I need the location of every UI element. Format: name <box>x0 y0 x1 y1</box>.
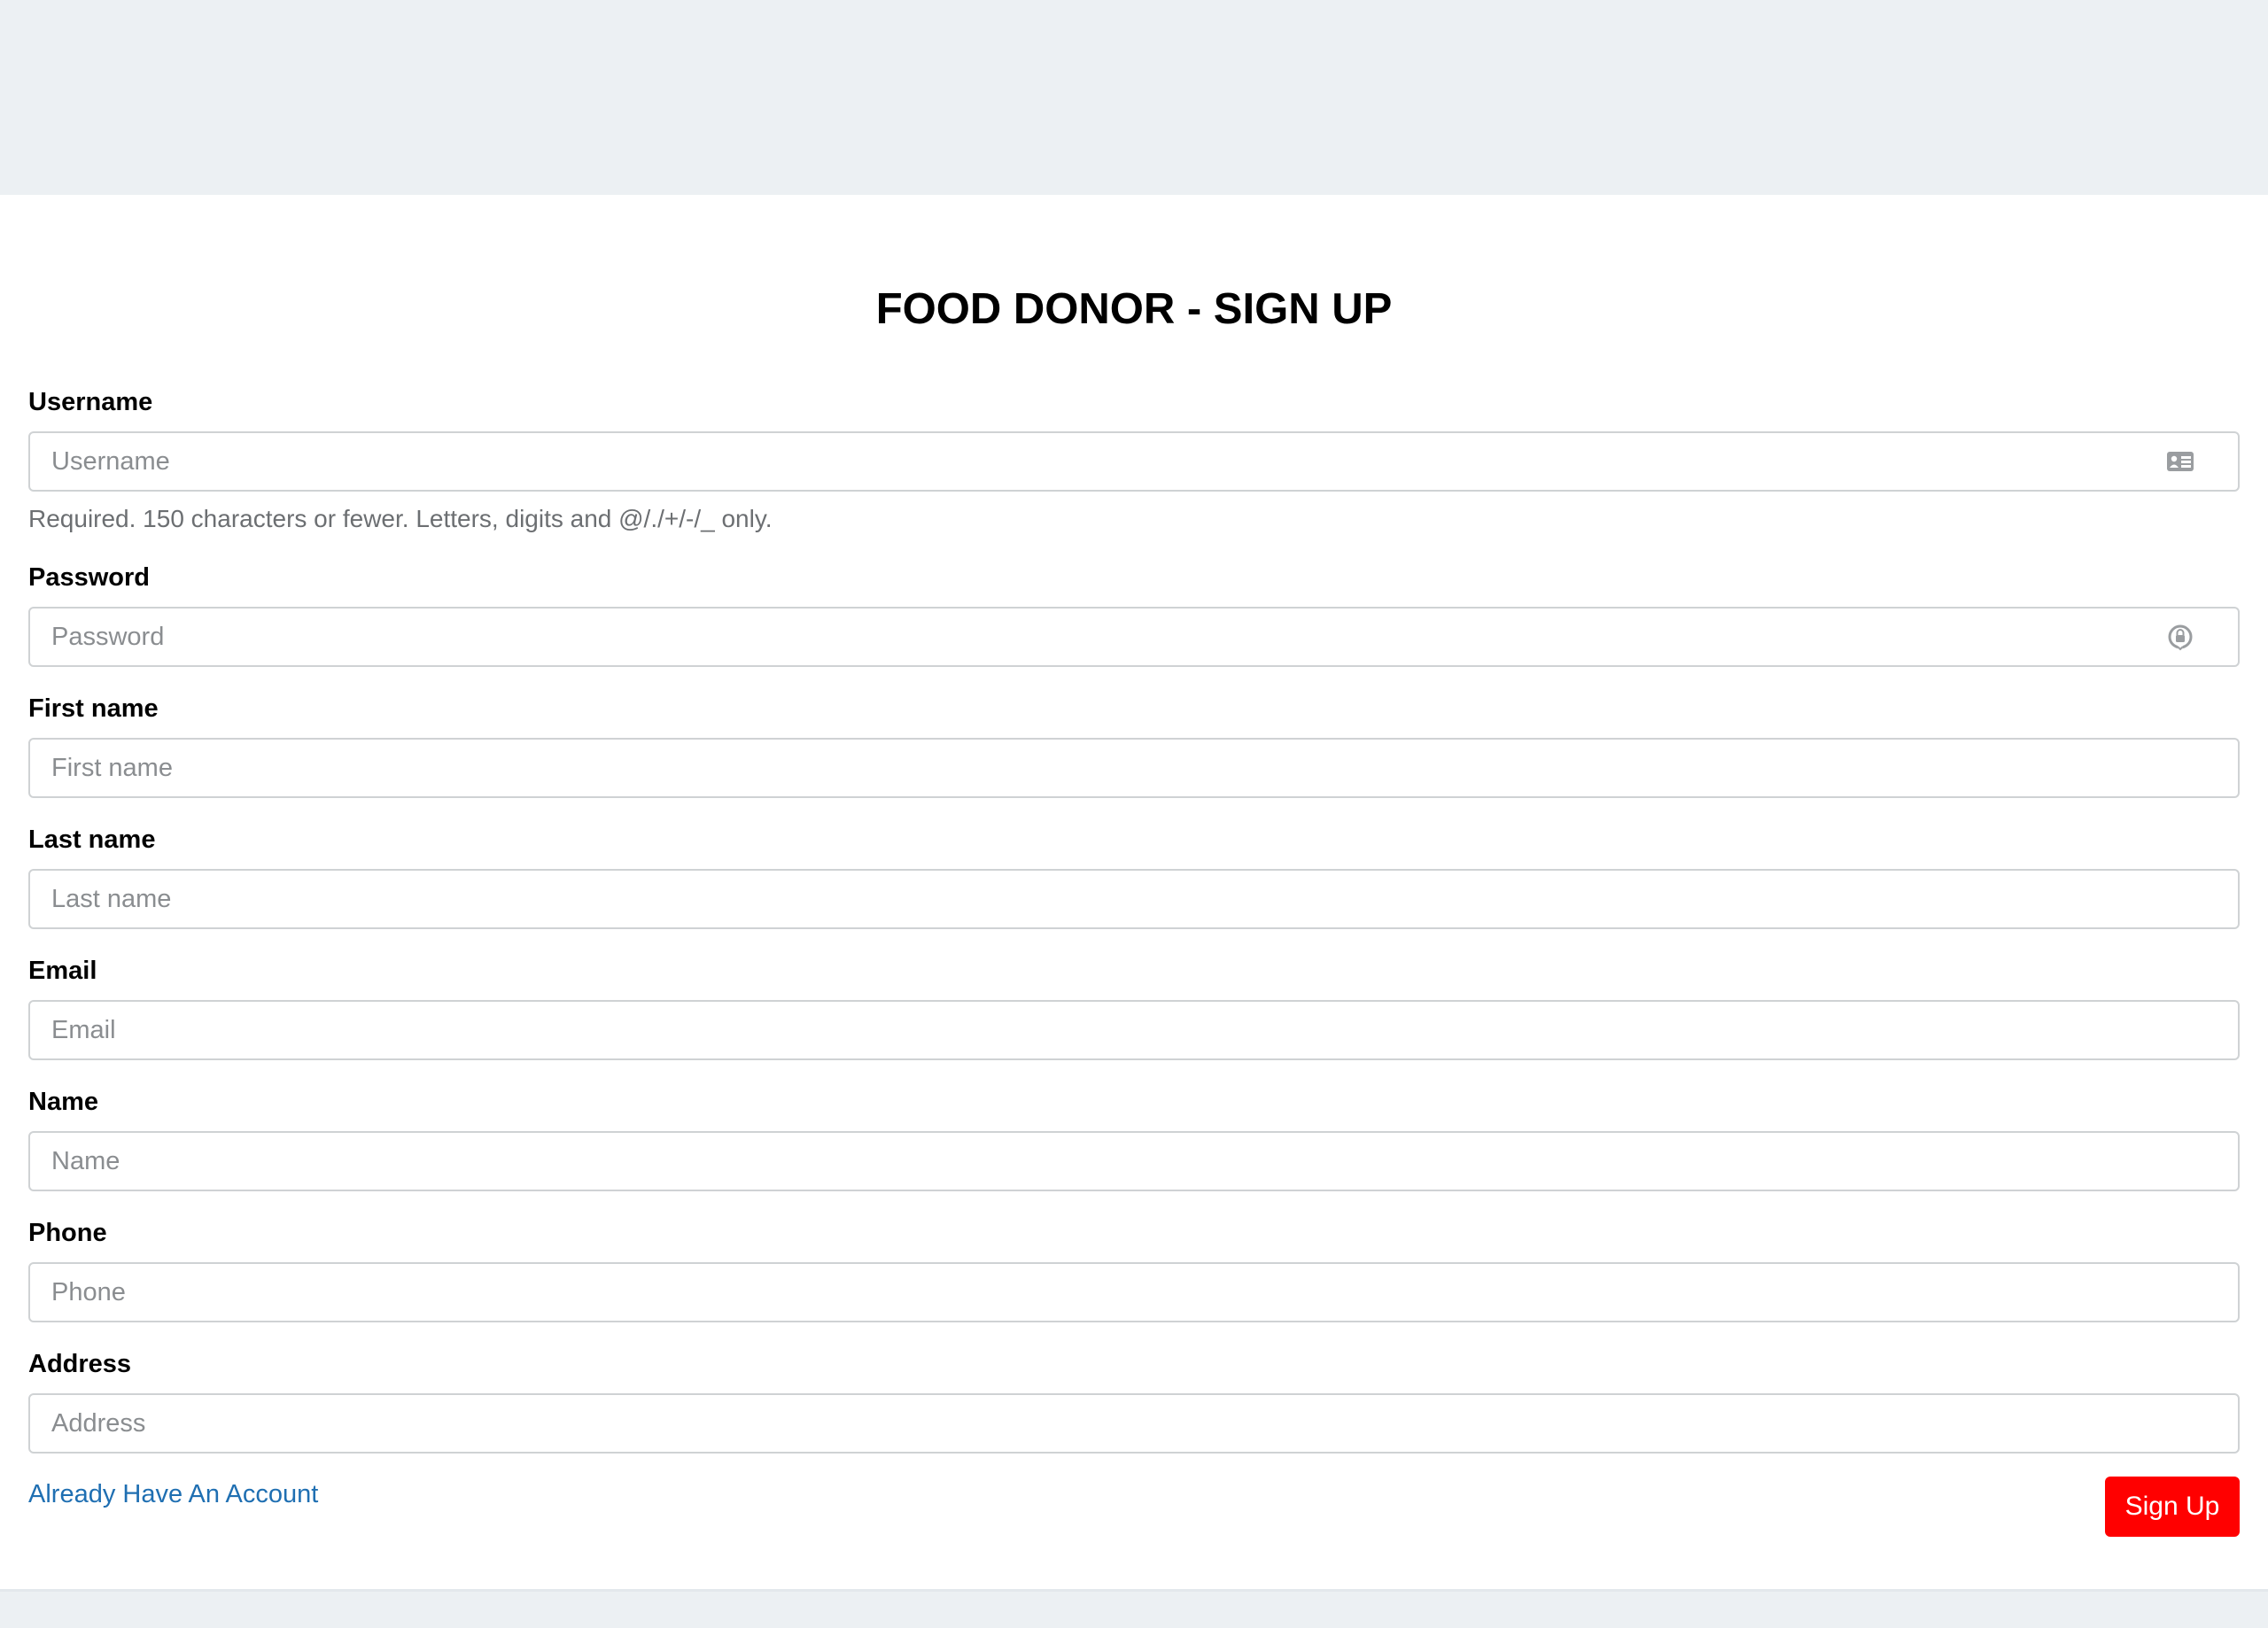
last-name-input-wrap <box>28 869 2240 929</box>
contact-card-icon <box>2165 446 2195 477</box>
password-input-wrap <box>28 607 2240 667</box>
already-have-account-link[interactable]: Already Have An Account <box>28 1479 318 1509</box>
password-key-icon[interactable] <box>2165 622 2195 652</box>
sign-up-button[interactable]: Sign Up <box>2105 1477 2240 1537</box>
password-field-group: Password <box>28 562 2240 667</box>
email-field-group: Email <box>28 956 2240 1060</box>
name-input[interactable] <box>28 1131 2240 1191</box>
phone-input-wrap <box>28 1262 2240 1322</box>
page-title: FOOD DONOR - SIGN UP <box>875 285 1393 333</box>
signup-card: FOOD DONOR - SIGN UP Username Required. … <box>0 195 2268 1592</box>
first-name-label: First name <box>28 694 159 723</box>
top-band <box>0 0 2268 195</box>
email-input-wrap <box>28 1000 2240 1060</box>
phone-field-group: Phone <box>28 1218 2240 1322</box>
password-label: Password <box>28 563 150 592</box>
first-name-input[interactable] <box>28 738 2240 798</box>
phone-label: Phone <box>28 1219 107 1247</box>
username-field-group: Username Required. 150 characters or few… <box>28 387 2240 534</box>
username-input[interactable] <box>28 431 2240 492</box>
address-label: Address <box>28 1350 132 1378</box>
username-input-wrap <box>28 431 2240 492</box>
first-name-input-wrap <box>28 738 2240 798</box>
last-name-field-group: Last name <box>28 825 2240 929</box>
username-label: Username <box>28 388 153 416</box>
username-help-text: Required. 150 characters or fewer. Lette… <box>28 505 773 532</box>
name-label: Name <box>28 1088 98 1116</box>
address-field-group: Address <box>28 1349 2240 1454</box>
address-input[interactable] <box>28 1393 2240 1454</box>
email-label: Email <box>28 957 97 985</box>
name-input-wrap <box>28 1131 2240 1191</box>
password-input[interactable] <box>28 607 2240 667</box>
last-name-input[interactable] <box>28 869 2240 929</box>
phone-input[interactable] <box>28 1262 2240 1322</box>
address-input-wrap <box>28 1393 2240 1454</box>
email-input[interactable] <box>28 1000 2240 1060</box>
name-field-group: Name <box>28 1087 2240 1191</box>
first-name-field-group: First name <box>28 694 2240 798</box>
last-name-label: Last name <box>28 826 156 854</box>
